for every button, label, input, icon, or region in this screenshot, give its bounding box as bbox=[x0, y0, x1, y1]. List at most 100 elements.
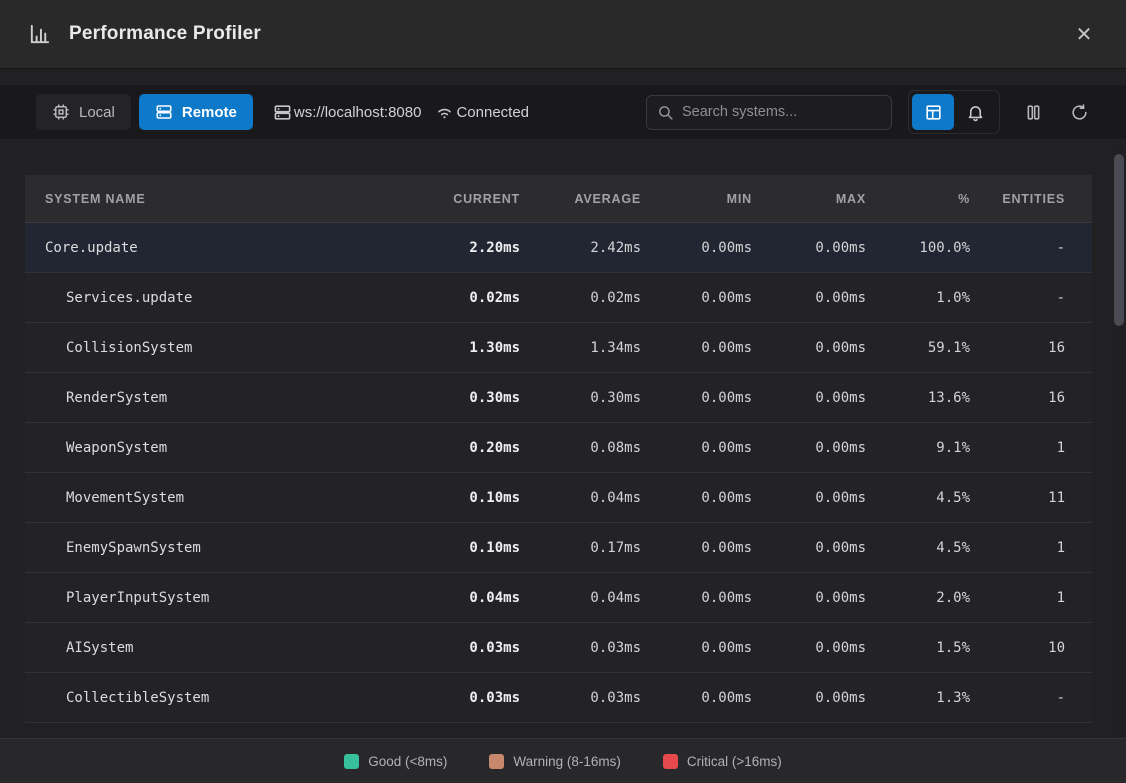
current-value: 0.10ms bbox=[400, 490, 520, 506]
column-header-average[interactable]: AVERAGE bbox=[520, 192, 641, 206]
table-row[interactable]: Core.update 2.20ms 2.42ms 0.00ms 0.00ms … bbox=[25, 223, 1092, 273]
min-value: 0.00ms bbox=[641, 290, 752, 306]
search-box bbox=[646, 95, 892, 130]
entities-value: - bbox=[970, 290, 1065, 306]
titlebar: Performance Profiler ✕ bbox=[0, 0, 1126, 69]
table-row[interactable]: MovementSystem 0.10ms 0.04ms 0.00ms 0.00… bbox=[25, 473, 1092, 523]
max-value: 0.00ms bbox=[752, 290, 866, 306]
max-value: 0.00ms bbox=[752, 690, 866, 706]
percent-value: 4.5% bbox=[866, 540, 970, 556]
refresh-button[interactable] bbox=[1064, 97, 1094, 127]
toolbar: Local Remote ws://localhost:8080 bbox=[0, 85, 1126, 139]
current-value: 0.02ms bbox=[400, 290, 520, 306]
scrollbar-thumb[interactable] bbox=[1114, 154, 1124, 326]
host-address-label: ws://localhost:8080 bbox=[294, 104, 422, 121]
system-name: EnemySpawnSystem bbox=[25, 540, 400, 556]
percent-value: 13.6% bbox=[866, 390, 970, 406]
table-row[interactable]: Services.update 0.02ms 0.02ms 0.00ms 0.0… bbox=[25, 273, 1092, 323]
average-value: 0.04ms bbox=[520, 590, 641, 606]
view-toggle bbox=[908, 90, 1000, 134]
percent-value: 1.5% bbox=[866, 640, 970, 656]
scrollbar-track[interactable] bbox=[1113, 146, 1125, 737]
search-input[interactable] bbox=[682, 104, 881, 120]
current-value: 0.30ms bbox=[400, 390, 520, 406]
column-header-max[interactable]: MAX bbox=[752, 192, 866, 206]
min-value: 0.00ms bbox=[641, 590, 752, 606]
min-value: 0.00ms bbox=[641, 690, 752, 706]
page-title: Performance Profiler bbox=[69, 23, 261, 45]
table-header: SYSTEM NAME CURRENT AVERAGE MIN MAX % EN… bbox=[25, 175, 1092, 223]
pause-button[interactable] bbox=[1018, 97, 1048, 127]
remote-button[interactable]: Remote bbox=[139, 94, 253, 130]
table-view-button[interactable] bbox=[912, 94, 954, 130]
percent-value: 100.0% bbox=[866, 240, 970, 256]
table-row[interactable]: CollisionSystem 1.30ms 1.34ms 0.00ms 0.0… bbox=[25, 323, 1092, 373]
table-row[interactable]: PlayerInputSystem 0.04ms 0.04ms 0.00ms 0… bbox=[25, 573, 1092, 623]
max-value: 0.00ms bbox=[752, 440, 866, 456]
entities-value: - bbox=[970, 690, 1065, 706]
table-body: Core.update 2.20ms 2.42ms 0.00ms 0.00ms … bbox=[25, 223, 1092, 723]
average-value: 0.02ms bbox=[520, 290, 641, 306]
table-row[interactable]: RenderSystem 0.30ms 0.30ms 0.00ms 0.00ms… bbox=[25, 373, 1092, 423]
system-name: CollectibleSystem bbox=[25, 690, 400, 706]
min-value: 0.00ms bbox=[641, 340, 752, 356]
min-value: 0.00ms bbox=[641, 240, 752, 256]
percent-value: 1.3% bbox=[866, 690, 970, 706]
average-value: 0.03ms bbox=[520, 640, 641, 656]
good-swatch bbox=[344, 754, 359, 769]
entities-value: 16 bbox=[970, 340, 1065, 356]
table-row[interactable]: EnemySpawnSystem 0.10ms 0.17ms 0.00ms 0.… bbox=[25, 523, 1092, 573]
min-value: 0.00ms bbox=[641, 640, 752, 656]
table-icon bbox=[924, 103, 943, 122]
wifi-icon bbox=[435, 103, 454, 122]
current-value: 0.04ms bbox=[400, 590, 520, 606]
system-name: Services.update bbox=[25, 290, 400, 306]
entities-value: - bbox=[970, 240, 1065, 256]
max-value: 0.00ms bbox=[752, 340, 866, 356]
warning-swatch bbox=[489, 754, 504, 769]
entities-value: 11 bbox=[970, 490, 1065, 506]
legend-item-critical: Critical (>16ms) bbox=[663, 754, 782, 769]
cpu-icon bbox=[52, 103, 70, 121]
max-value: 0.00ms bbox=[752, 590, 866, 606]
percent-value: 9.1% bbox=[866, 440, 970, 456]
average-value: 0.08ms bbox=[520, 440, 641, 456]
current-value: 0.03ms bbox=[400, 690, 520, 706]
average-value: 0.30ms bbox=[520, 390, 641, 406]
column-header-current[interactable]: CURRENT bbox=[400, 192, 520, 206]
alerts-button[interactable] bbox=[954, 94, 996, 130]
host-address: ws://localhost:8080 bbox=[273, 103, 422, 122]
max-value: 0.00ms bbox=[752, 640, 866, 656]
max-value: 0.00ms bbox=[752, 240, 866, 256]
entities-value: 1 bbox=[970, 540, 1065, 556]
average-value: 0.04ms bbox=[520, 490, 641, 506]
system-name: Core.update bbox=[25, 240, 400, 256]
current-value: 0.10ms bbox=[400, 540, 520, 556]
refresh-icon bbox=[1070, 103, 1089, 122]
column-header-system-name[interactable]: SYSTEM NAME bbox=[25, 192, 400, 206]
column-header-entities[interactable]: ENTITIES bbox=[970, 192, 1065, 206]
percent-value: 2.0% bbox=[866, 590, 970, 606]
entities-value: 1 bbox=[970, 440, 1065, 456]
entities-value: 16 bbox=[970, 390, 1065, 406]
remote-button-label: Remote bbox=[182, 104, 237, 121]
local-button-label: Local bbox=[79, 104, 115, 121]
local-button[interactable]: Local bbox=[36, 94, 131, 130]
average-value: 2.42ms bbox=[520, 240, 641, 256]
close-icon[interactable]: ✕ bbox=[1070, 20, 1098, 48]
table-row[interactable]: CollectibleSystem 0.03ms 0.03ms 0.00ms 0… bbox=[25, 673, 1092, 723]
search-icon bbox=[657, 104, 674, 121]
percent-value: 4.5% bbox=[866, 490, 970, 506]
max-value: 0.00ms bbox=[752, 390, 866, 406]
table-row[interactable]: AISystem 0.03ms 0.03ms 0.00ms 0.00ms 1.5… bbox=[25, 623, 1092, 673]
min-value: 0.00ms bbox=[641, 490, 752, 506]
column-header-percent[interactable]: % bbox=[866, 192, 970, 206]
entities-value: 10 bbox=[970, 640, 1065, 656]
table-row[interactable]: WeaponSystem 0.20ms 0.08ms 0.00ms 0.00ms… bbox=[25, 423, 1092, 473]
average-value: 1.34ms bbox=[520, 340, 641, 356]
system-name: WeaponSystem bbox=[25, 440, 400, 456]
pause-icon bbox=[1024, 103, 1043, 122]
column-header-min[interactable]: MIN bbox=[641, 192, 752, 206]
average-value: 0.17ms bbox=[520, 540, 641, 556]
current-value: 2.20ms bbox=[400, 240, 520, 256]
